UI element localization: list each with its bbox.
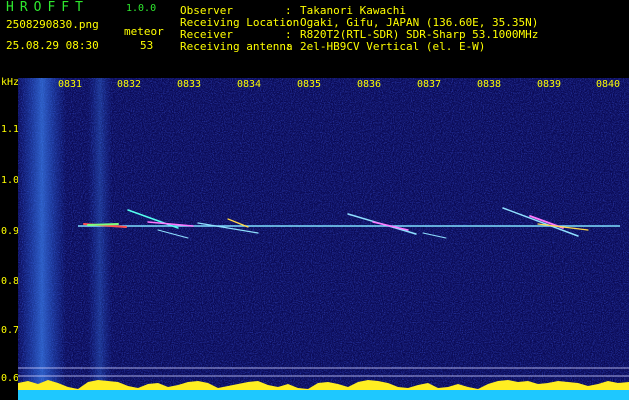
- meteor-count: 53: [140, 39, 154, 52]
- header-panel: HROFFT 1.0.0 2508290830.png 25.08.29 08:…: [0, 0, 629, 76]
- y-tick-label: 0.8: [1, 276, 20, 287]
- x-tick-label: 0832: [117, 79, 142, 90]
- y-axis-unit: kHz: [1, 77, 20, 88]
- y-tick-label: 1.0: [1, 175, 20, 186]
- x-tick-label: 0840: [596, 79, 621, 90]
- antenna-label: Receiving antenna: [180, 40, 293, 53]
- file-name: 2508290830.png: [6, 18, 99, 31]
- date-time: 25.08.29 08:30: [6, 39, 99, 52]
- meteor-label: meteor: [124, 25, 164, 38]
- x-tick-label: 0833: [177, 79, 202, 90]
- baseline-bar: [18, 390, 629, 400]
- x-tick-label: 0838: [477, 79, 502, 90]
- x-tick-label: 0834: [237, 79, 262, 90]
- field-separator: :: [285, 40, 292, 53]
- x-tick-label: 0835: [297, 79, 322, 90]
- y-tick-label: 1.1: [1, 124, 20, 135]
- x-tick-label: 0831: [58, 79, 83, 90]
- noise-band: [18, 78, 66, 400]
- y-tick-label: 0.9: [1, 226, 20, 237]
- meteor-echo: [87, 223, 119, 226]
- noise-band: [88, 78, 112, 400]
- spectrogram: [18, 78, 629, 400]
- y-tick-label: 0.7: [1, 325, 20, 336]
- y-tick-label: 0.6: [1, 373, 20, 384]
- antenna-value: 2el-HB9CV Vertical (el. E-W): [300, 40, 486, 53]
- app-name: HROFFT: [6, 0, 89, 15]
- x-tick-label: 0837: [417, 79, 442, 90]
- x-tick-label: 0839: [537, 79, 562, 90]
- app-version: 1.0.0: [126, 3, 157, 14]
- x-tick-label: 0836: [357, 79, 382, 90]
